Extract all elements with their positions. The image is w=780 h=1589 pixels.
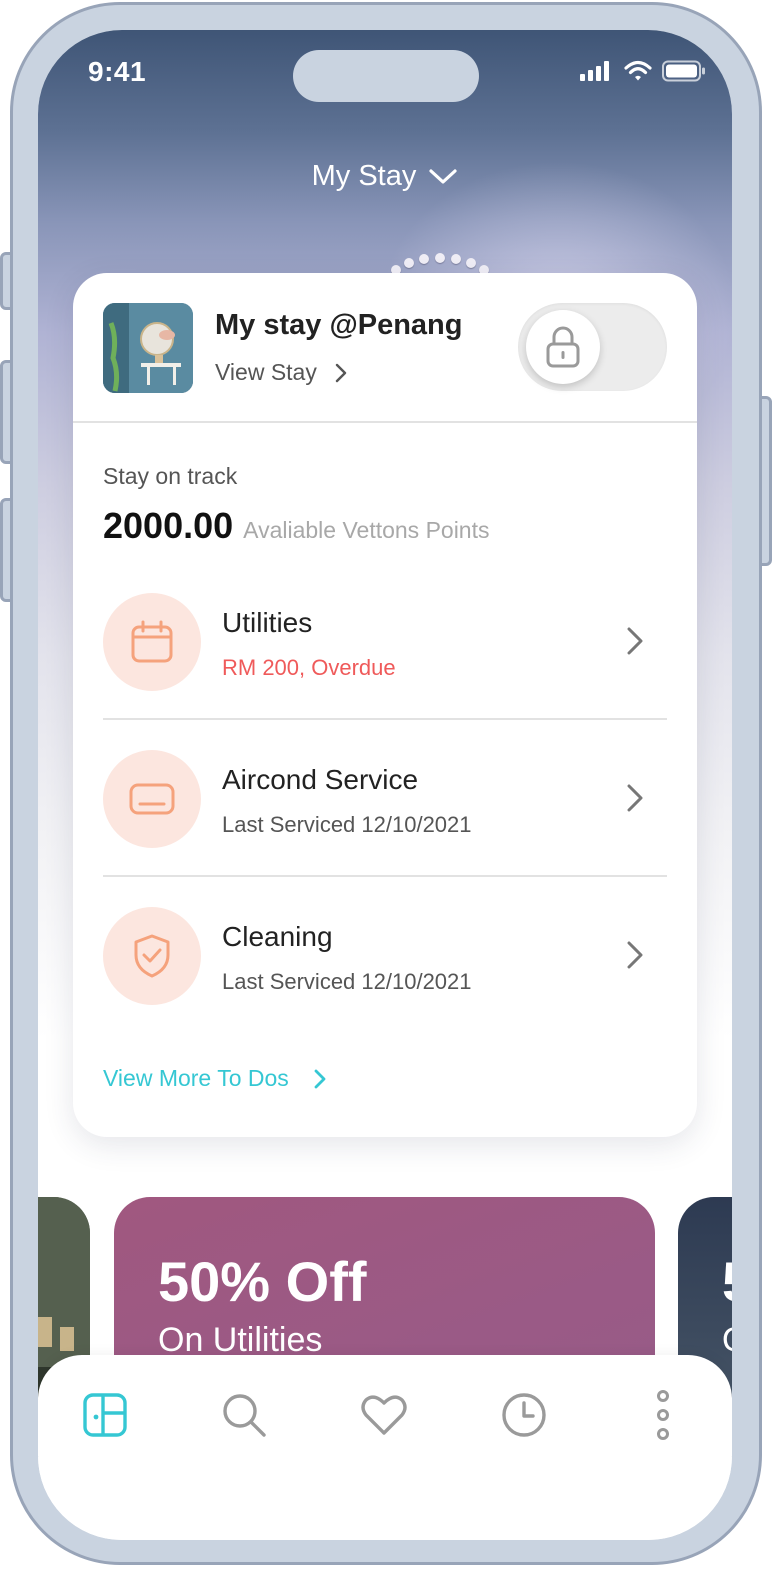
home-icon [83,1393,127,1437]
mirror-bead [435,253,445,263]
clock-icon [502,1393,546,1437]
todo-utilities[interactable]: Utilities RM 200, Overdue [103,593,667,691]
tab-home[interactable] [75,1385,135,1445]
mirror-bead [450,254,461,265]
tab-search[interactable] [214,1385,274,1445]
promo-title: 50% Off [158,1250,367,1313]
chevron-right-icon [627,784,643,812]
chevron-down-icon [429,168,457,184]
chevron-right-icon [627,627,643,655]
cellular-signal-icon [580,61,609,81]
heart-icon [361,1395,407,1435]
header-title: My Stay [311,160,417,192]
stay-selector[interactable]: My Stay [38,160,732,193]
aircond-icon [129,783,175,815]
view-stay-link[interactable]: View Stay [215,359,347,386]
todo-icon-bg [103,750,201,848]
card-divider [73,421,697,423]
stay-thumbnail[interactable] [103,303,193,393]
status-time: 9:41 [88,56,147,87]
view-more-todos-link[interactable]: View More To Dos [103,1065,327,1092]
points-summary: 2000.00 Avaliable Vettons Points [103,505,490,547]
tab-more[interactable] [633,1385,693,1445]
chevron-right-icon [314,1069,326,1088]
todo-status: Last Serviced 12/10/2021 [222,812,472,837]
todo-status: RM 200, Overdue [222,655,396,680]
battery-icon [662,60,705,82]
tab-favorites[interactable] [354,1385,414,1445]
wifi-icon [624,60,652,81]
more-icon [657,1390,669,1440]
list-divider [103,875,667,877]
tab-history[interactable] [494,1385,554,1445]
lock-toggle[interactable] [518,303,667,391]
dynamic-island [293,50,479,102]
todo-aircond-service[interactable]: Aircond Service Last Serviced 12/10/2021 [103,750,667,848]
todo-title: Aircond Service [222,764,419,795]
search-icon [223,1394,266,1437]
calendar-icon [131,620,173,663]
screen: 9:41 My Stay My stay @Penang View Stay S… [38,30,732,1540]
lock-toggle-knob [526,310,600,384]
lock-icon [546,326,580,368]
stay-card: My stay @Penang View Stay Stay on track … [73,273,697,1137]
view-more-label: View More To Dos [103,1065,289,1091]
shield-check-icon [134,934,170,978]
chevron-right-icon [627,941,643,969]
todo-title: Utilities [222,607,313,638]
todo-status: Last Serviced 12/10/2021 [222,969,472,994]
todo-title: Cleaning [222,921,333,952]
points-unit-label: Avaliable Vettons Points [243,517,490,543]
list-divider [103,718,667,720]
stay-track-label: Stay on track [103,463,238,489]
room-photo-icon [103,303,193,393]
chevron-right-icon [335,363,347,382]
todo-icon-bg [103,593,201,691]
promo-title: 5 [722,1249,732,1314]
tab-bar [38,1355,732,1540]
points-value: 2000.00 [103,505,234,546]
view-stay-label: View Stay [215,359,317,385]
todo-cleaning[interactable]: Cleaning Last Serviced 12/10/2021 [103,907,667,1005]
stay-title: My stay @Penang [215,309,463,341]
promo-subtitle: O [722,1321,732,1360]
status-icons [580,60,706,82]
todo-icon-bg [103,907,201,1005]
